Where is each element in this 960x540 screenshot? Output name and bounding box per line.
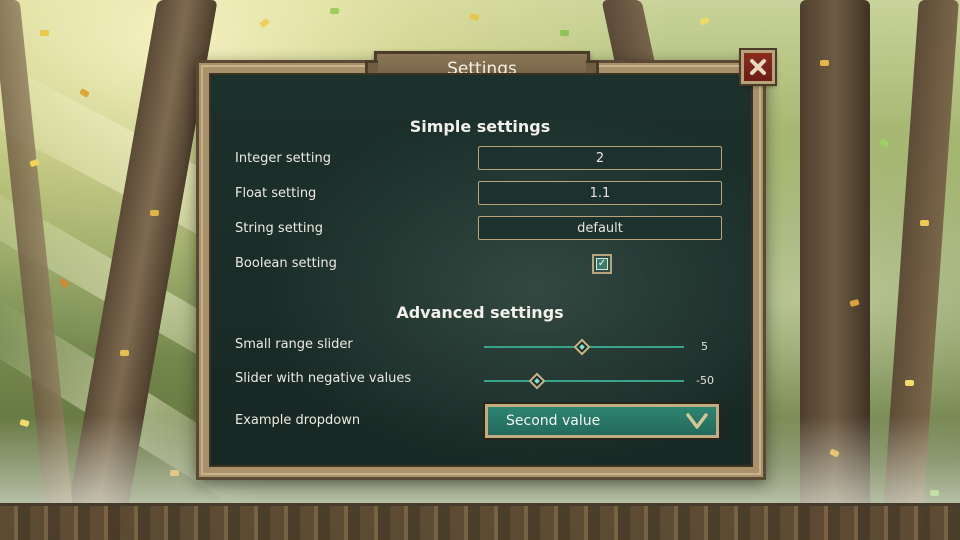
float-setting-label: Float setting: [235, 186, 317, 201]
chevron-down-icon: [686, 413, 708, 429]
string-setting-label: String setting: [235, 221, 323, 236]
negative-slider-value: -50: [696, 374, 714, 387]
advanced-settings-heading: Advanced settings: [396, 303, 564, 322]
dropdown-selected-value: Second value: [506, 413, 601, 429]
integer-setting-input[interactable]: [478, 146, 722, 170]
small-range-slider-label: Small range slider: [235, 337, 353, 352]
small-range-slider-value: 5: [701, 340, 708, 353]
rope-bridge: [0, 503, 960, 540]
string-setting-input[interactable]: [478, 216, 722, 240]
integer-setting-label: Integer setting: [235, 151, 331, 166]
close-icon: [750, 59, 766, 75]
simple-settings-heading: Simple settings: [409, 117, 551, 136]
example-dropdown-label: Example dropdown: [235, 413, 361, 428]
boolean-setting-label: Boolean setting: [235, 256, 337, 271]
example-dropdown[interactable]: Second value: [485, 404, 719, 438]
negative-slider-label: Slider with negative values: [235, 371, 412, 386]
boolean-setting-checkbox[interactable]: ✓: [592, 254, 612, 274]
close-button[interactable]: [741, 50, 775, 84]
float-setting-input[interactable]: [478, 181, 722, 205]
checkmark-icon: ✓: [596, 258, 608, 270]
negative-slider-track[interactable]: [484, 380, 684, 382]
